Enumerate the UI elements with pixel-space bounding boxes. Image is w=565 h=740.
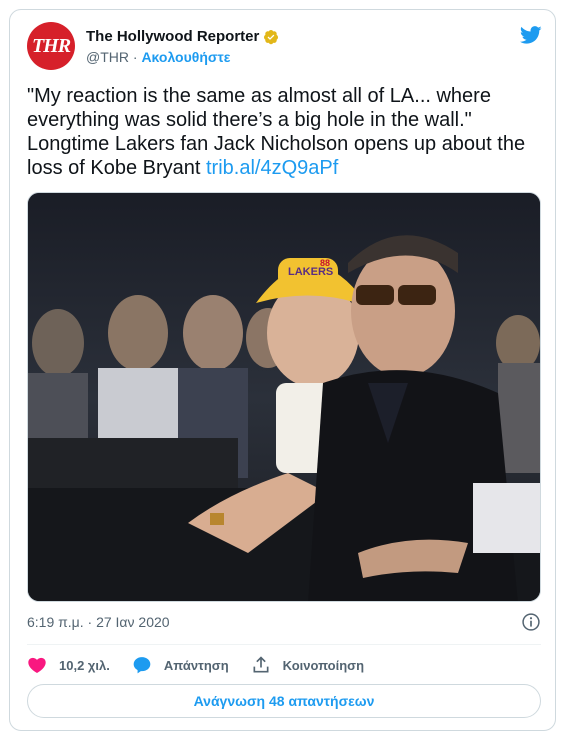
info-icon[interactable] [521, 612, 541, 632]
author-name-row: The Hollywood Reporter [86, 28, 279, 45]
likes-count: 10,2 χιλ. [59, 657, 110, 673]
author-name[interactable]: The Hollywood Reporter [86, 28, 259, 45]
like-button[interactable]: 10,2 χιλ. [27, 655, 110, 675]
share-button[interactable]: Κοινοποίηση [251, 655, 364, 675]
share-label: Κοινοποίηση [282, 657, 365, 673]
tweet-photo[interactable]: LAKERS 88 [27, 192, 541, 602]
reply-label: Απάντηση [163, 657, 229, 673]
cap-number: 88 [320, 258, 330, 268]
reply-button[interactable]: Απάντηση [132, 655, 229, 675]
author-handle-row: @THR · Ακολουθήστε [86, 49, 230, 65]
reply-bubble-icon [133, 657, 151, 674]
tweet-card: THR The Hollywood Reporter @THR · Ακολου… [9, 9, 556, 731]
verified-badge-icon [264, 29, 279, 44]
action-bar: 10,2 χιλ. Απάντηση Κοινοποίηση [27, 655, 386, 675]
author-handle[interactable]: @THR [86, 49, 129, 65]
share-icon [253, 656, 269, 673]
handle-separator: · [128, 49, 142, 65]
divider [27, 644, 541, 645]
heart-icon [28, 657, 46, 673]
twitter-bird-icon[interactable] [519, 24, 543, 46]
photo-illustration: LAKERS 88 [28, 193, 540, 601]
read-replies-button[interactable]: Ανάγνωση 48 απαντήσεων [27, 684, 541, 718]
tweet-timestamp[interactable]: 6:19 π.μ. · 27 Ιαν 2020 [27, 614, 170, 630]
tweet-text: "My reaction is the same as almost all o… [27, 84, 537, 180]
follow-button[interactable]: Ακολουθήστε [141, 49, 230, 65]
tweet-link[interactable]: trib.al/4zQ9aPf [206, 157, 338, 179]
avatar[interactable]: THR [27, 22, 75, 70]
